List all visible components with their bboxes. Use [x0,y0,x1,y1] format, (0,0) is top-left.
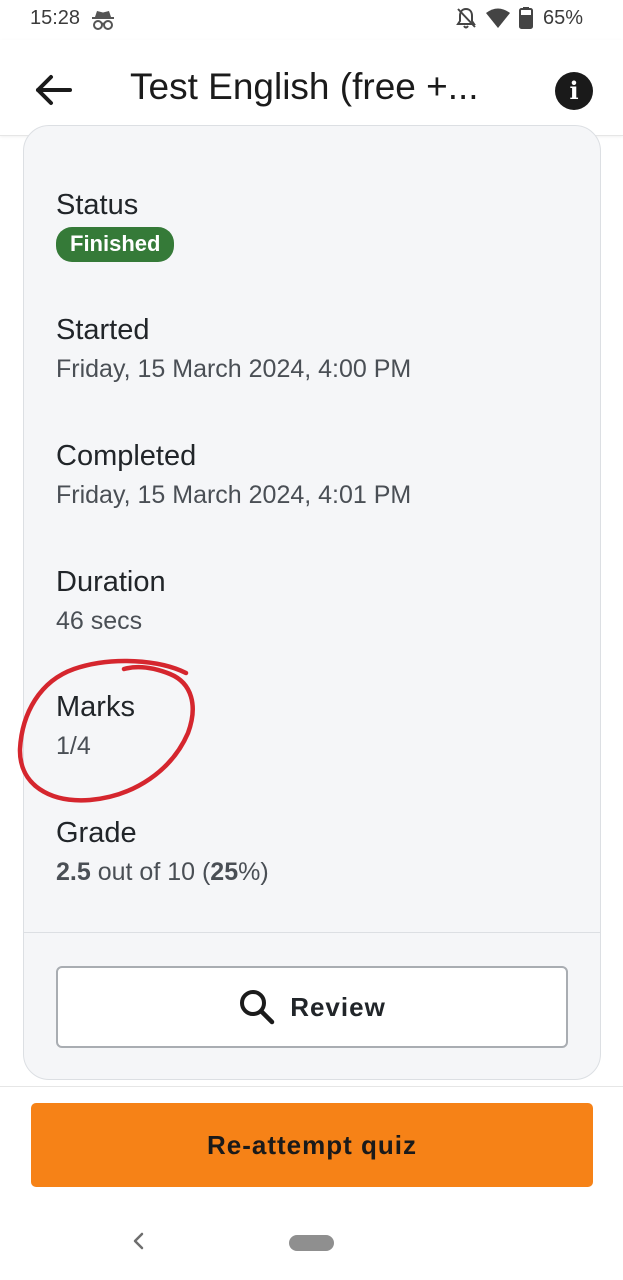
status-field: Status Finished [56,189,175,262]
status-label: Status [56,189,139,221]
info-icon[interactable]: i [555,72,593,110]
duration-field: Duration 46 secs [56,566,166,636]
completed-value: Friday, 15 March 2024, 4:01 PM [56,481,412,509]
grade-percent: 25 [210,858,239,886]
review-button-label: Review [290,991,386,1022]
back-arrow-icon[interactable] [28,68,78,112]
review-button[interactable]: Review [56,966,568,1048]
grade-suffix: %) [238,858,269,886]
battery-icon [518,7,533,29]
grade-value: 2.5 out of 10 (25%) [56,858,269,887]
completed-label: Completed [56,440,197,472]
grade-score: 2.5 [56,858,91,886]
card-divider [24,932,600,933]
notifications-off-icon [456,7,476,29]
grade-out-of: out of 10 ( [90,858,211,886]
search-icon [240,990,275,1025]
started-field: Started Friday, 15 March 2024, 4:00 PM [56,314,411,384]
started-value: Friday, 15 March 2024, 4:00 PM [56,355,412,383]
marks-value: 1/4 [56,732,91,760]
grade-field: Grade 2.5 out of 10 (25%) [56,817,269,887]
battery-percentage: 65% [542,6,583,29]
status-icons: 65% [455,6,583,30]
status-time: 15:28 [30,7,81,29]
page-title: Test English (free +... [130,66,479,107]
incognito-icon [92,11,114,30]
started-label: Started [56,314,150,346]
duration-value: 46 secs [56,607,143,635]
grade-label: Grade [56,817,137,849]
marks-field: Marks 1/4 [56,691,135,761]
status-badge: Finished [56,227,175,262]
nav-back-icon[interactable] [128,1229,148,1253]
duration-label: Duration [56,566,166,598]
reattempt-quiz-label: Re-attempt quiz [207,1129,417,1160]
app-bar: Test English (free +... i [0,40,623,136]
status-bar: 15:28 65% [0,0,623,40]
reattempt-quiz-button[interactable]: Re-attempt quiz [31,1103,593,1187]
completed-field: Completed Friday, 15 March 2024, 4:01 PM [56,440,411,510]
attempt-summary-card: Status Finished Started Friday, 15 March… [23,125,601,1080]
nav-home-pill[interactable] [289,1235,334,1251]
marks-label: Marks [56,691,135,723]
wifi-icon [485,8,510,28]
bottom-action-area: Re-attempt quiz [0,1086,623,1280]
